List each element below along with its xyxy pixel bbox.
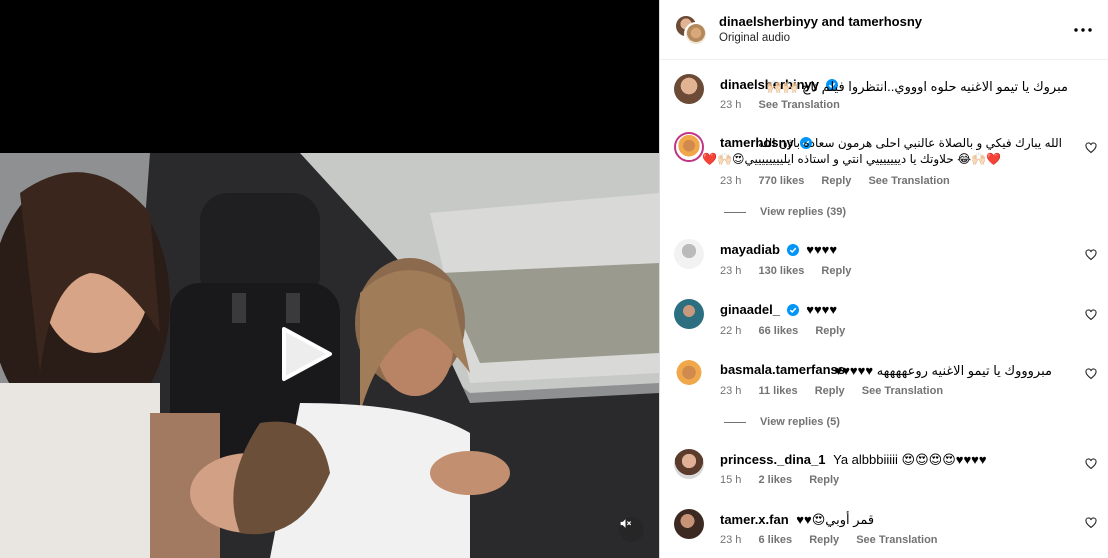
view-replies-button[interactable]: View replies (39) [724,206,846,218]
collab-avatars[interactable] [674,14,708,46]
heart-like-icon[interactable] [1085,309,1097,321]
comment-text: مبروووك يا تيمو الاغنيه روعههههه ♥♥♥♥♥ [834,363,1052,378]
reply-button[interactable]: Reply [815,325,845,337]
comment-meta: 23 h 6 likes Reply See Translation [720,534,952,546]
comment-meta: 23 h 770 likes Reply See Translation [720,175,964,187]
comment-time[interactable]: 23 h [720,99,741,111]
comment-text-line-2: ❤️🙌🏻😂 حلاوتك يا ديييييييي انتي و استاذه … [702,152,1001,166]
comment-likes[interactable]: 130 likes [758,265,804,277]
comment-meta: 22 h 66 likes Reply [720,325,859,337]
reply-button[interactable]: Reply [809,474,839,486]
reply-button[interactable]: Reply [821,265,851,277]
comment-time[interactable]: 15 h [720,474,741,486]
verified-badge-icon [786,304,799,316]
comment-text: مبروك يا تيمو الاغنيه حلوه اوووي..انتظرو… [766,79,1068,94]
comment-text: Ya albbbiiiii 😍😍😍😍♥♥♥♥ [833,452,987,467]
comment-time[interactable]: 23 h [720,265,741,277]
post-authors[interactable]: dinaelsherbinyy and tamerhosny [719,14,922,29]
comment-likes[interactable]: 11 likes [758,385,797,397]
replies-line [724,211,746,213]
comment-username[interactable]: mayadiab ♥♥♥♥ [720,242,837,257]
view-replies-button[interactable]: View replies (5) [724,416,840,428]
post-header: dinaelsherbinyy and tamerhosny Original … [660,0,1108,60]
verified-badge-icon [786,244,799,256]
comment-username[interactable]: princess._dina_1 Ya albbbiiiii 😍😍😍😍♥♥♥♥ [720,452,987,468]
avatar[interactable] [674,449,704,479]
comment-item: princess._dina_1 Ya albbbiiiii 😍😍😍😍♥♥♥♥ … [660,440,1108,500]
comment-username[interactable]: tamer.x.fan ♥♥😍قمر أوبي [720,512,874,528]
reply-button[interactable]: Reply [821,175,851,187]
comment-item: tamerhosny الله يبارك فيكي و بالصلاة عال… [660,120,1108,230]
see-translation-link[interactable]: See Translation [862,385,943,397]
more-options-button[interactable] [1072,20,1094,40]
post-details-panel: dinaelsherbinyy and tamerhosny Original … [659,0,1108,558]
play-icon[interactable] [276,325,334,383]
comment-text: ♥♥♥♥ [806,242,838,257]
comment-meta: 23 h 130 likes Reply [720,265,865,277]
comment-item: mayadiab ♥♥♥♥ 23 h 130 likes Reply [660,230,1108,290]
more-horizontal-icon[interactable] [1072,20,1094,40]
comment-time[interactable]: 23 h [720,534,741,546]
reply-button[interactable]: Reply [815,385,845,397]
mute-button[interactable] [619,517,644,542]
username-text[interactable]: mayadiab [720,242,780,257]
comment-time[interactable]: 23 h [720,385,741,397]
comment-likes[interactable]: 770 likes [758,175,804,187]
avatar[interactable] [674,299,704,329]
comment-likes[interactable]: 2 likes [758,474,792,486]
avatar[interactable] [674,239,704,269]
username-text[interactable]: princess._dina_1 [720,452,826,467]
reply-button[interactable]: Reply [809,534,839,546]
comment-username[interactable]: ginaadel_ ♥♥♥♥ [720,302,837,317]
heart-like-icon[interactable] [1085,142,1097,154]
video-player[interactable] [0,0,659,558]
heart-like-icon[interactable] [1085,458,1097,470]
see-translation-link[interactable]: See Translation [758,99,839,111]
comment-meta: 23 h See Translation [720,99,854,111]
avatar[interactable] [674,509,704,539]
comment-likes[interactable]: 6 likes [758,534,792,546]
comment-time[interactable]: 23 h [720,175,741,187]
muted-speaker-icon[interactable] [619,517,632,530]
avatar-tamerhosny[interactable] [684,22,708,46]
comment-text: الله يبارك فيكي و بالصلاة عالنبي احلى هر… [758,136,1062,150]
see-translation-link[interactable]: See Translation [856,534,937,546]
heart-like-icon[interactable] [1085,517,1097,529]
view-replies-label[interactable]: View replies (39) [760,206,846,218]
see-translation-link[interactable]: See Translation [868,175,949,187]
comment-item: basmala.tamerfanss مبروووك يا تيمو الاغن… [660,350,1108,440]
comment-time[interactable]: 22 h [720,325,741,337]
comment-text: ♥♥♥♥ [806,302,838,317]
comment-likes[interactable]: 66 likes [758,325,798,337]
comment-text: ♥♥😍قمر أوبي [796,512,875,527]
play-button[interactable] [276,325,334,383]
view-replies-label[interactable]: View replies (5) [760,416,840,428]
replies-line [724,421,746,423]
caption-comment: dinaelsherbinyy مبروك يا تيمو الاغنيه حل… [660,60,1108,120]
heart-like-icon[interactable] [1085,368,1097,380]
comment-meta: 23 h 11 likes Reply See Translation [720,385,957,397]
username-text[interactable]: ginaadel_ [720,302,780,317]
audio-label[interactable]: Original audio [719,32,790,44]
username-text[interactable]: tamer.x.fan [720,512,789,527]
comment-meta: 15 h 2 likes Reply [720,474,853,486]
comment-item: tamer.x.fan ♥♥😍قمر أوبي 23 h 6 likes Rep… [660,500,1108,558]
heart-like-icon[interactable] [1085,249,1097,261]
comment-item: ginaadel_ ♥♥♥♥ 22 h 66 likes Reply [660,290,1108,350]
video-frame[interactable] [0,153,659,558]
